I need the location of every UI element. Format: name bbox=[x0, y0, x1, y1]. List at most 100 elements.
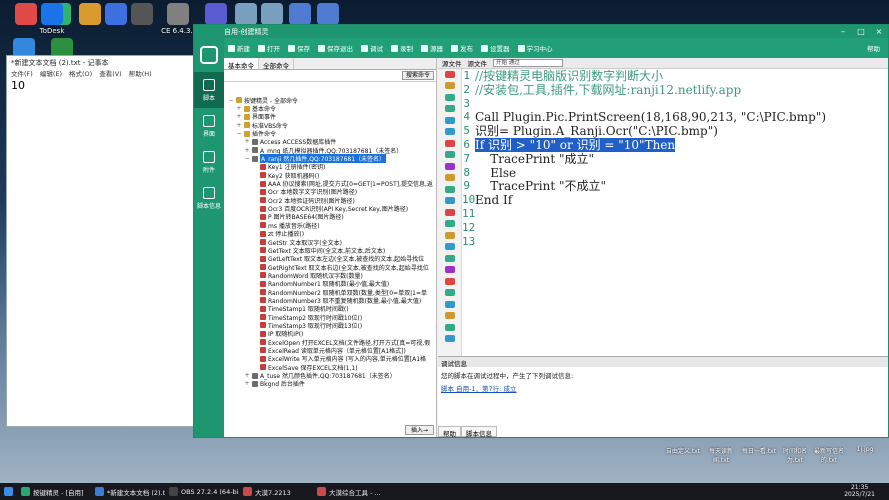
notepad-window[interactable]: *新建文本文档 (2).txt - 记事本 文件(F) 编辑(E) 格式(O) 查看(… bbox=[6, 55, 196, 427]
tree-expander[interactable]: − bbox=[244, 155, 250, 162]
code-editor[interactable]: 源文件 源文件 开始 通过 1 2 3 4 5 6 7 8 9 10 11 12 13 //按键精灵电脑… bbox=[438, 58, 888, 356]
gutter-icon[interactable] bbox=[444, 312, 455, 319]
gutter-icon[interactable] bbox=[444, 128, 455, 135]
gutter-icon[interactable] bbox=[444, 277, 455, 285]
taskbar-item[interactable]: OBS 27.2.4 (64-bi... bbox=[165, 483, 239, 500]
code-line[interactable]: If 识别 > "10" or 识别 = "10"Then bbox=[475, 137, 888, 153]
toolbar-button[interactable]: 新建 bbox=[228, 43, 250, 53]
tree-expander[interactable]: − bbox=[236, 130, 242, 137]
gutter-icon[interactable] bbox=[444, 323, 455, 331]
info-tab[interactable]: 脚本信息 bbox=[461, 426, 497, 438]
tree-expander[interactable]: + bbox=[244, 147, 250, 154]
notepad-menu-item[interactable]: 帮助(H) bbox=[129, 68, 152, 78]
rail-item[interactable]: 附件 bbox=[194, 144, 224, 180]
tree-item[interactable]: ms 播放音乐(路径) bbox=[224, 221, 436, 230]
gutter-icon[interactable] bbox=[444, 289, 455, 296]
gutter-icon[interactable] bbox=[444, 174, 455, 181]
toolbar-button[interactable]: 打开 bbox=[258, 43, 280, 53]
desktop-icon[interactable]: 最新写信名的.txt bbox=[810, 446, 848, 464]
clock[interactable]: 21:35 2025/7/21 bbox=[844, 484, 875, 498]
gutter-icon[interactable] bbox=[444, 185, 455, 193]
notepad-menu-item[interactable]: 文件(F) bbox=[11, 68, 33, 78]
debug-info-link[interactable]: 脚本 自用-1，第7行: 成立 bbox=[438, 383, 888, 393]
tree-expander[interactable]: + bbox=[236, 113, 242, 120]
notepad-menu-item[interactable]: 编辑(E) bbox=[40, 68, 62, 78]
tree-item[interactable]: TimeStamp3 取现行时间戳13位() bbox=[224, 321, 436, 330]
gutter-icon[interactable] bbox=[444, 151, 455, 158]
desktop-icon[interactable]: 每天读新闻.txt bbox=[702, 446, 740, 464]
toolbar-button[interactable]: 设置器 bbox=[481, 43, 510, 53]
gutter-icon[interactable] bbox=[444, 208, 455, 216]
taskbar-item[interactable]: *新建文本文档 (2).t... bbox=[91, 483, 165, 500]
tree-expander[interactable]: + bbox=[236, 122, 242, 129]
tab-source[interactable]: 源文件 bbox=[442, 58, 462, 68]
gutter-icon[interactable] bbox=[444, 139, 455, 147]
desktop-icon[interactable]: ToDesk bbox=[32, 3, 72, 35]
desktop-icon[interactable] bbox=[122, 3, 162, 27]
tree-item[interactable]: − A_ranji 然几插件,QQ:703187681（未签名） bbox=[224, 154, 436, 164]
command-tab[interactable]: 全部命令 bbox=[259, 58, 294, 70]
code-line[interactable]: TracePrint "成立" bbox=[475, 152, 888, 167]
tree-expander[interactable]: + bbox=[244, 138, 250, 145]
gutter-icon[interactable] bbox=[444, 243, 455, 250]
tree-item[interactable]: Key1 注册插件(密钥) bbox=[224, 163, 436, 171]
toolbar-button[interactable]: 保存 bbox=[288, 43, 310, 53]
code-combo[interactable]: 开始 通过 bbox=[493, 59, 563, 67]
help-link[interactable]: 帮助 bbox=[867, 43, 880, 53]
notepad-menu-item[interactable]: 格式(O) bbox=[69, 68, 92, 78]
notepad-menu-item[interactable]: 查看(V) bbox=[99, 68, 122, 78]
minimize-icon[interactable]: – bbox=[834, 25, 852, 38]
gutter-icon[interactable] bbox=[444, 335, 455, 342]
desktop-icon[interactable]: 每日一看.txt bbox=[740, 446, 778, 455]
notepad-content[interactable]: 10 bbox=[7, 78, 195, 93]
command-search-row[interactable]: 搜索命令 bbox=[224, 70, 436, 82]
toolbar-button[interactable]: 源器 bbox=[421, 43, 443, 53]
tree-expander[interactable]: + bbox=[236, 105, 242, 112]
search-command-button[interactable]: 搜索命令 bbox=[401, 71, 434, 80]
tree-expander[interactable]: − bbox=[228, 97, 234, 104]
start-icon[interactable] bbox=[0, 483, 17, 500]
gutter-icon[interactable] bbox=[444, 162, 455, 170]
code-line[interactable] bbox=[475, 98, 888, 112]
taskbar-item[interactable]: 按键精灵 - [自用] bbox=[17, 483, 91, 500]
code-line[interactable]: End If bbox=[475, 193, 888, 208]
gutter-icon[interactable] bbox=[444, 266, 455, 273]
desktop-icon[interactable]: 自由定义.txt bbox=[664, 446, 702, 455]
gutter-icon[interactable] bbox=[444, 93, 455, 101]
code-area[interactable]: //按键精灵电脑版识别数字判断大小//安装包,工具,插件,下载网址:ranji1… bbox=[475, 69, 888, 356]
gutter-icon[interactable] bbox=[444, 116, 455, 124]
toolbar-button[interactable]: 学习中心 bbox=[517, 43, 553, 53]
taskbar-item[interactable]: 大漠7.2213 bbox=[239, 483, 313, 500]
code-line[interactable]: //按键精灵电脑版识别数字判断大小 bbox=[475, 69, 888, 84]
desktop-icon[interactable]: CE 6.4.3.. bbox=[158, 3, 198, 35]
tree-item[interactable]: P 图片转BASE64(图片路径) bbox=[224, 213, 436, 221]
close-icon[interactable]: × bbox=[870, 25, 888, 38]
gutter-icon[interactable] bbox=[444, 300, 455, 308]
code-line[interactable] bbox=[475, 236, 888, 250]
rail-item[interactable]: 脚本信息 bbox=[194, 180, 224, 216]
gutter-icon[interactable] bbox=[444, 220, 455, 227]
tree-expander[interactable]: + bbox=[244, 372, 250, 379]
tree-item[interactable]: + A_tuse 然几颜色插件,QQ:703187681（未签名） bbox=[224, 371, 436, 380]
code-line[interactable]: Call Plugin.Pic.PrintScreen(18,168,90,21… bbox=[475, 110, 888, 125]
gutter-icon[interactable] bbox=[444, 82, 455, 89]
code-line[interactable] bbox=[475, 208, 888, 222]
toolbar-button[interactable]: 发布 bbox=[451, 43, 473, 53]
gutter-icon[interactable] bbox=[444, 70, 455, 78]
toolbar-button[interactable]: 调试 bbox=[361, 43, 383, 53]
gutter-icon[interactable] bbox=[444, 105, 455, 112]
desktop-icon[interactable]: 1j.jpg bbox=[846, 446, 884, 453]
command-tab[interactable]: 基本命令 bbox=[224, 58, 259, 70]
gutter-icon[interactable] bbox=[444, 231, 455, 239]
rail-item[interactable]: 脚本 bbox=[194, 72, 224, 108]
toolbar-button[interactable]: 录制 bbox=[391, 43, 413, 53]
tree-item[interactable]: + Bkgnd 后台插件 bbox=[224, 380, 436, 388]
code-line[interactable]: TracePrint "不成立" bbox=[475, 179, 888, 194]
insert-button[interactable]: 插入→ bbox=[404, 425, 434, 435]
tab-source-2[interactable]: 源文件 bbox=[468, 58, 488, 68]
tree-expander[interactable]: + bbox=[244, 380, 250, 387]
gutter-icon[interactable] bbox=[444, 197, 455, 204]
code-line[interactable] bbox=[475, 222, 888, 236]
rail-item[interactable]: 界面 bbox=[194, 108, 224, 144]
gutter-icon[interactable] bbox=[444, 254, 455, 262]
